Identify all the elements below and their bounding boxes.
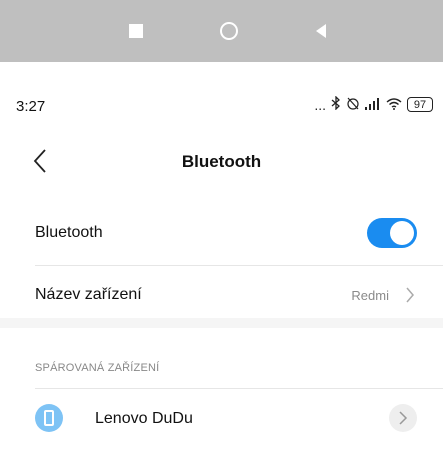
device-details-button[interactable]: [389, 404, 417, 432]
status-time: 3:27: [16, 98, 46, 115]
bluetooth-label: Bluetooth: [35, 224, 103, 241]
signal-icon: [365, 97, 381, 113]
section-separator: [0, 318, 443, 328]
paired-device-row[interactable]: Lenovo DuDu: [0, 388, 443, 448]
bluetooth-icon: [331, 95, 341, 113]
chevron-right-icon: [405, 286, 415, 304]
paired-device-name: Lenovo DuDu: [95, 410, 193, 427]
recent-apps-button[interactable]: [129, 24, 143, 38]
home-button[interactable]: [220, 22, 238, 40]
device-name-label: Název zařízení: [35, 286, 142, 303]
bluetooth-switch[interactable]: [367, 218, 417, 248]
phone-icon: [35, 404, 63, 432]
wifi-icon: [386, 97, 402, 113]
chevron-right-icon: [399, 411, 408, 425]
alarm-off-icon: [346, 96, 360, 113]
paired-devices-section-title: SPÁROVANÁ ZAŘÍZENÍ: [35, 362, 160, 374]
bluetooth-toggle-row[interactable]: Bluetooth: [0, 204, 443, 264]
system-back-button[interactable]: [316, 24, 326, 38]
page-header: Bluetooth: [0, 140, 443, 184]
device-name-row[interactable]: Název zařízení Redmi: [0, 266, 443, 326]
status-bar: 3:27 ... 97: [0, 92, 443, 120]
device-name-value: Redmi: [351, 288, 389, 303]
system-navigation-bar: [0, 0, 443, 62]
battery-icon: 97: [407, 97, 433, 112]
switch-knob: [390, 221, 414, 245]
page-title: Bluetooth: [181, 152, 262, 171]
notification-dots: ...: [314, 96, 326, 113]
